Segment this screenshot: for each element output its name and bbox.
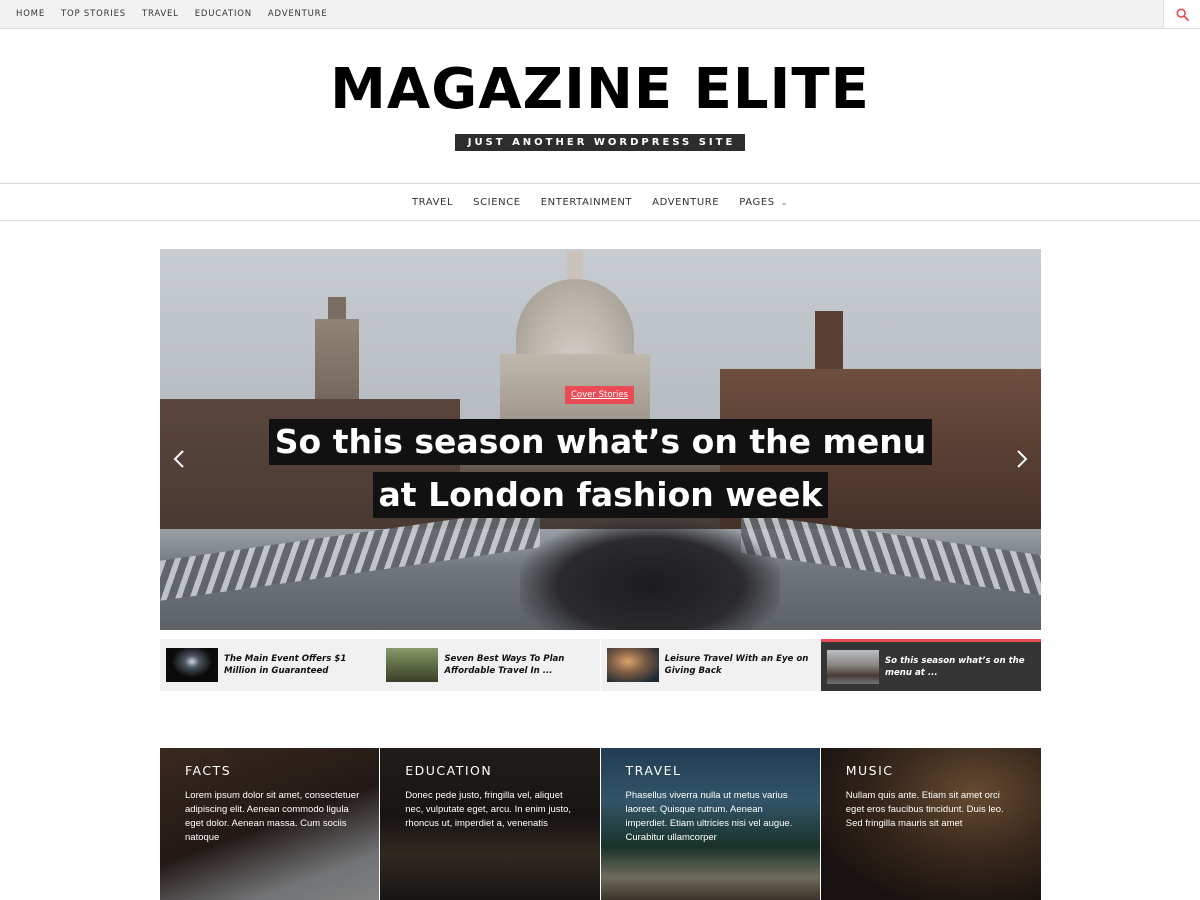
featured-slider[interactable]: Cover Stories So this season what’s on t… [160, 249, 1041, 630]
category-description: Phasellus viverra nulla ut metus varius … [625, 790, 793, 843]
thumbnail-item[interactable]: Seven Best Ways To Plan Affordable Trave… [380, 639, 601, 691]
thumbnail-image [166, 648, 218, 682]
mainnav-adventure[interactable]: ADVENTURE [642, 197, 729, 208]
thumbnail-image [606, 648, 659, 682]
thumbnail-image [386, 648, 439, 682]
slide-title-line-1: So this season what’s on the menu [268, 419, 933, 465]
mainnav-science[interactable]: SCIENCE [463, 197, 531, 208]
category-badge[interactable]: Cover Stories [565, 386, 635, 404]
top-navigation: HOME TOP STORIES TRAVEL EDUCATION ADVENT… [8, 0, 336, 28]
slider-prev-button[interactable] [168, 445, 190, 473]
category-description: Donec pede justo, fringilla vel, aliquet… [405, 790, 572, 829]
topnav-adventure[interactable]: ADVENTURE [260, 9, 336, 19]
category-block-travel[interactable]: TRAVEL Phasellus viverra nulla ut metus … [600, 748, 821, 900]
site-title[interactable]: MAGAZINE ELITE [0, 59, 1200, 121]
topnav-home[interactable]: HOME [8, 9, 53, 19]
slider-next-button[interactable] [1011, 445, 1033, 473]
thumbnail-item[interactable]: The Main Event Offers $1 Million in Guar… [160, 639, 380, 691]
topnav-top-stories[interactable]: TOP STORIES [53, 9, 134, 19]
category-block-facts[interactable]: FACTS Lorem ipsum dolor sit amet, consec… [160, 748, 381, 900]
slide-title-line-2: at London fashion week [372, 472, 829, 518]
search-icon [1175, 7, 1189, 21]
thumbnail-title: Leisure Travel With an Eye on Giving Bac… [664, 654, 809, 676]
topnav-education[interactable]: EDUCATION [187, 9, 260, 19]
category-block-education[interactable]: EDUCATION Donec pede justo, fringilla ve… [380, 748, 601, 900]
top-bar: HOME TOP STORIES TRAVEL EDUCATION ADVENT… [0, 0, 1200, 29]
chevron-right-icon [1017, 450, 1028, 468]
mainnav-pages-label: PAGES [739, 196, 775, 208]
chevron-down-icon: ⌄ [780, 197, 789, 207]
category-title: EDUCATION [405, 763, 493, 778]
main-navigation: TRAVEL SCIENCE ENTERTAINMENT ADVENTURE P… [0, 183, 1200, 221]
category-title: MUSIC [845, 763, 894, 778]
search-button[interactable] [1163, 0, 1200, 28]
slide-image-crowd [520, 519, 780, 630]
thumbnail-title: So this season what’s on the menu at ... [884, 655, 1025, 678]
thumbnail-title: The Main Event Offers $1 Million in Guar… [224, 654, 347, 676]
mainnav-entertainment[interactable]: ENTERTAINMENT [531, 197, 642, 208]
tagline-wrapper: JUST ANOTHER WORDPRESS SITE [0, 132, 1200, 151]
site-tagline: JUST ANOTHER WORDPRESS SITE [454, 134, 746, 151]
category-description: Nullam quis ante. Etiam sit amet orci eg… [845, 790, 1004, 829]
chevron-left-icon [173, 450, 184, 468]
slide-title[interactable]: So this season what’s on the menu at Lon… [160, 419, 1041, 525]
mainnav-travel[interactable]: TRAVEL [402, 197, 463, 208]
category-blocks: FACTS Lorem ipsum dolor sit amet, consec… [160, 748, 1041, 900]
site-branding: MAGAZINE ELITE JUST ANOTHER WORDPRESS SI… [0, 29, 1200, 183]
category-title: TRAVEL [625, 763, 682, 778]
thumbnail-image [826, 649, 879, 684]
category-description: Lorem ipsum dolor sit amet, consectetuer… [185, 790, 360, 843]
category-block-music[interactable]: MUSIC Nullam quis ante. Etiam sit amet o… [820, 748, 1041, 900]
thumbnail-item-active[interactable]: So this season what’s on the menu at ... [820, 639, 1041, 691]
thumbnail-item[interactable]: Leisure Travel With an Eye on Giving Bac… [600, 639, 821, 691]
mainnav-pages[interactable]: PAGES ⌄ [729, 197, 798, 208]
topnav-travel[interactable]: TRAVEL [134, 9, 187, 19]
slide-image-lantern [567, 251, 583, 281]
slider-thumbnails: The Main Event Offers $1 Million in Guar… [160, 639, 1041, 691]
category-title: FACTS [185, 763, 232, 778]
thumbnail-title: Seven Best Ways To Plan Affordable Trave… [444, 654, 565, 676]
